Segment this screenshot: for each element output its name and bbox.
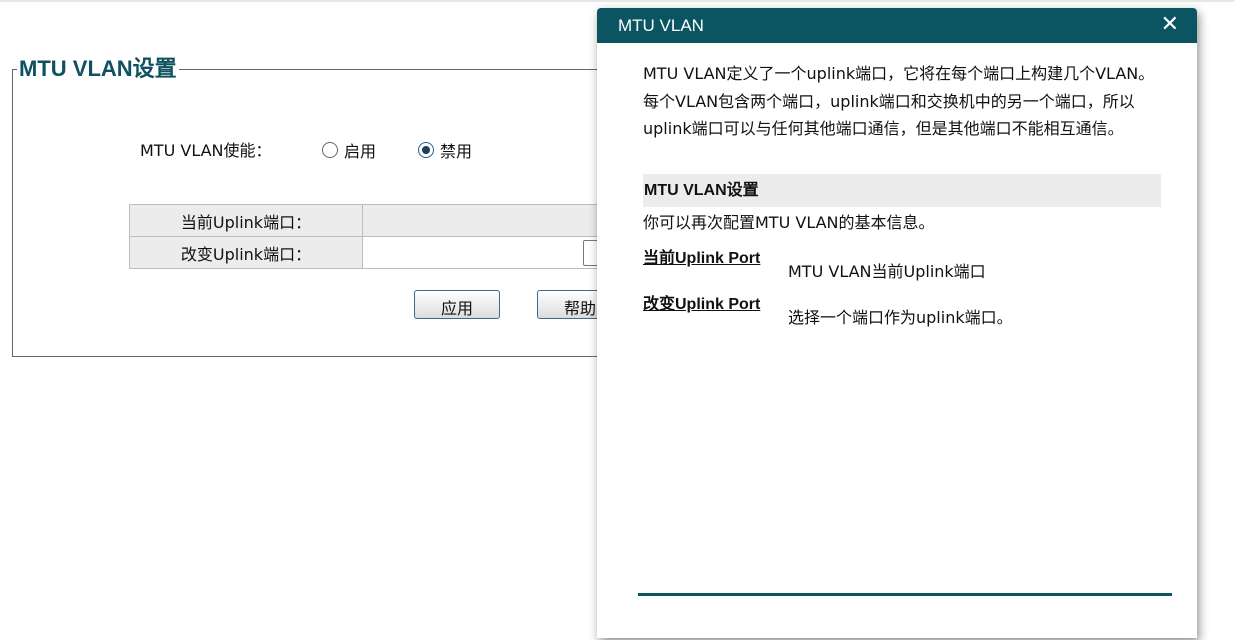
- help-section-desc: 你可以再次配置MTU VLAN的基本信息。: [643, 212, 935, 232]
- current-uplink-port-label: 当前Uplink端口：: [129, 204, 363, 237]
- help-term-current-uplink: 当前Uplink Port: [643, 249, 761, 267]
- section-title: MTU VLAN设置: [17, 54, 179, 84]
- close-icon[interactable]: ✕: [1161, 12, 1179, 38]
- radio-disable[interactable]: [418, 142, 434, 158]
- help-term-row: 改变Uplink Port 选择一个端口作为uplink端口。: [643, 291, 1161, 331]
- help-term-change-uplink: 改变Uplink Port: [643, 295, 761, 313]
- mtu-vlan-enable-label: MTU VLAN使能：: [140, 141, 272, 160]
- help-dialog: MTU VLAN ✕ MTU VLAN定义了一个uplink端口，它将在每个端口…: [597, 8, 1197, 638]
- top-border: [0, 0, 1234, 2]
- radio-disable-option[interactable]: 禁用: [418, 138, 472, 162]
- dialog-title-bar: MTU VLAN ✕: [597, 8, 1197, 43]
- help-intro: MTU VLAN定义了一个uplink端口，它将在每个端口上构建几个VLAN。每…: [643, 64, 1155, 138]
- apply-button[interactable]: 应用: [414, 290, 500, 319]
- dialog-body: MTU VLAN定义了一个uplink端口，它将在每个端口上构建几个VLAN。每…: [643, 60, 1161, 331]
- change-uplink-port-label: 改变Uplink端口：: [129, 236, 363, 269]
- radio-disable-label: 禁用: [440, 142, 473, 161]
- help-term-change-uplink-desc: 选择一个端口作为uplink端口。: [788, 307, 1013, 327]
- dialog-bottom-rule: [638, 593, 1172, 596]
- help-term-row: 当前Uplink Port MTU VLAN当前Uplink端口: [643, 245, 1161, 285]
- radio-enable[interactable]: [322, 142, 338, 158]
- dialog-title: MTU VLAN: [618, 16, 704, 35]
- radio-enable-option[interactable]: 启用: [322, 138, 376, 162]
- help-section-heading: MTU VLAN设置: [643, 173, 1161, 207]
- help-term-current-uplink-desc: MTU VLAN当前Uplink端口: [788, 261, 986, 281]
- radio-enable-label: 启用: [344, 142, 377, 161]
